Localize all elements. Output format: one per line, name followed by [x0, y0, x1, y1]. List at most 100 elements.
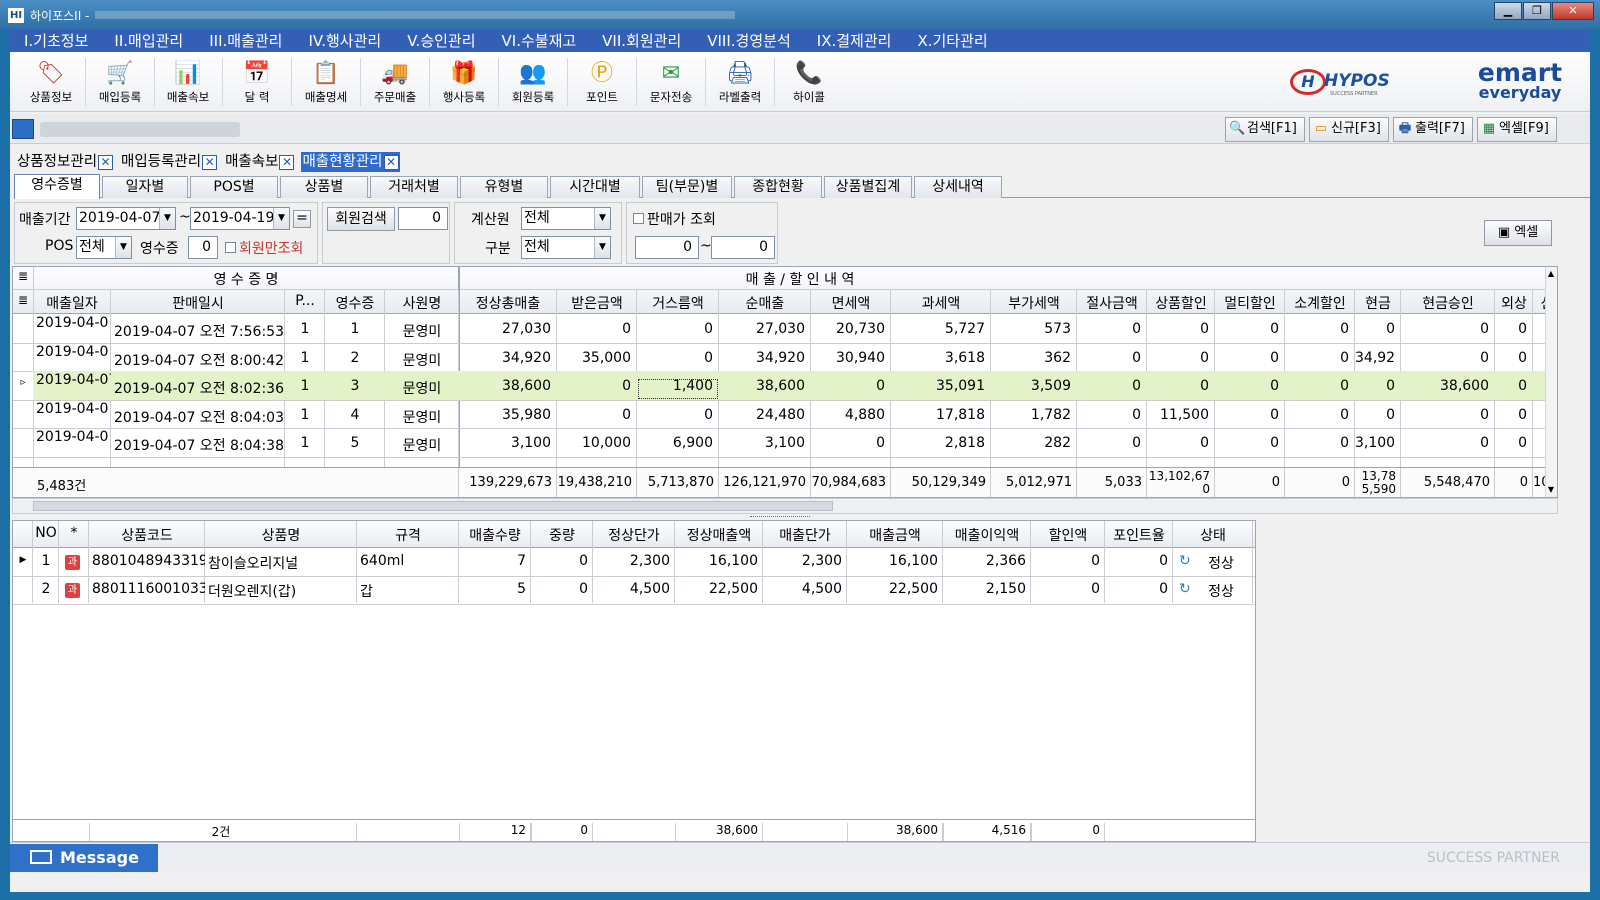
- price-check-checkbox[interactable]: [633, 213, 644, 224]
- column-header[interactable]: 판매일시: [111, 293, 285, 313]
- cashier-select[interactable]: 전체 ▼: [521, 207, 611, 230]
- toolbar-point-button[interactable]: Ⓟ 포인트: [569, 56, 635, 110]
- column-header[interactable]: 매출수량: [459, 525, 531, 545]
- column-header[interactable]: 받은금액: [557, 293, 637, 313]
- menu-sales[interactable]: III.매출관리: [195, 30, 294, 52]
- toolbar-sms-button[interactable]: ✉ 문자전송: [638, 56, 704, 110]
- close-button[interactable]: ✕: [1552, 2, 1594, 20]
- toolbar-calendar-button[interactable]: 📅 달 력: [224, 56, 290, 110]
- excel-export-button[interactable]: ▣ 엑셀: [1484, 220, 1552, 246]
- column-header[interactable]: 멀티할인: [1215, 293, 1285, 313]
- tab-overall[interactable]: 종합현황: [734, 176, 822, 198]
- column-header[interactable]: 할인액: [1031, 525, 1105, 545]
- open-tab-sales-flash[interactable]: 매출속보 ✕: [224, 152, 295, 172]
- type-select[interactable]: 전체 ▼: [521, 236, 611, 259]
- chevron-down-icon[interactable]: ▼: [273, 208, 289, 229]
- menu-basic-info[interactable]: I.기초정보: [10, 30, 100, 52]
- date-from-field[interactable]: 2019-04-07 ▼: [76, 207, 176, 230]
- column-header[interactable]: 매출일자: [33, 293, 111, 313]
- column-header[interactable]: 절사금액: [1077, 293, 1147, 313]
- close-tab-icon[interactable]: ✕: [383, 154, 399, 170]
- search-button[interactable]: 🔍 검색[F1]: [1225, 117, 1305, 142]
- column-header[interactable]: 면세액: [811, 293, 891, 313]
- column-header[interactable]: 규격: [357, 525, 459, 545]
- column-header[interactable]: 과세액: [891, 293, 991, 313]
- minimize-button[interactable]: ▁: [1494, 2, 1522, 20]
- column-header[interactable]: 소계할인: [1285, 293, 1355, 313]
- menu-inventory[interactable]: VI.수불재고: [488, 30, 589, 52]
- column-header[interactable]: P...: [285, 293, 325, 309]
- column-header[interactable]: 정상매출액: [675, 525, 763, 545]
- row-menu-icon[interactable]: ≣: [13, 269, 33, 283]
- column-header[interactable]: 거스름액: [637, 293, 719, 313]
- tab-by-type[interactable]: 유형별: [460, 176, 548, 198]
- column-header[interactable]: 상품할인: [1147, 293, 1215, 313]
- column-header[interactable]: 매출이익액: [943, 525, 1031, 545]
- toolbar-member-register-button[interactable]: 👥 회원등록: [500, 56, 566, 110]
- column-header[interactable]: 상태: [1173, 525, 1253, 545]
- column-header[interactable]: 정상단가: [593, 525, 675, 545]
- receipt-grid-vscrollbar[interactable]: [1545, 267, 1557, 497]
- toolbar-sales-detail-button[interactable]: 📋 매출명세: [293, 56, 359, 110]
- pos-select[interactable]: 전체 ▼: [76, 236, 132, 259]
- tab-by-receipt[interactable]: 영수증별: [14, 174, 100, 199]
- column-header[interactable]: 사원명: [385, 293, 459, 313]
- row-menu-icon[interactable]: ≣: [13, 293, 33, 307]
- tab-product-summary[interactable]: 상품별집계: [824, 176, 912, 198]
- column-header[interactable]: 현금승인: [1401, 293, 1495, 313]
- price-to-field[interactable]: 0: [711, 236, 775, 259]
- column-header[interactable]: 순매출: [719, 293, 811, 313]
- open-tab-product-info[interactable]: 상품정보관리 ✕: [16, 152, 114, 172]
- tab-detail[interactable]: 상세내역: [914, 176, 1002, 198]
- toolbar-order-sales-button[interactable]: 🚚 주문매출: [362, 56, 428, 110]
- date-to-field[interactable]: 2019-04-19 ▼: [190, 207, 290, 230]
- column-header[interactable]: 상품코드: [89, 525, 205, 545]
- refresh-icon[interactable]: ↻: [1179, 553, 1195, 569]
- column-header[interactable]: 중량: [531, 525, 593, 545]
- toolbar-label-print-button[interactable]: 🖨 라벨출력: [707, 56, 773, 110]
- close-tab-icon[interactable]: ✕: [202, 154, 218, 170]
- open-tab-purchase[interactable]: 매입등록관리 ✕: [120, 152, 218, 172]
- print-button[interactable]: 🖶 출력[F7]: [1393, 117, 1473, 142]
- close-tab-icon[interactable]: ✕: [98, 154, 114, 170]
- tab-by-time[interactable]: 시간대별: [550, 176, 640, 198]
- column-header[interactable]: NO: [33, 525, 59, 541]
- column-header[interactable]: *: [59, 525, 89, 541]
- member-only-checkbox[interactable]: [225, 242, 236, 253]
- member-value-field[interactable]: 0: [398, 207, 448, 230]
- menu-purchase[interactable]: II.매입관리: [100, 30, 195, 52]
- column-header[interactable]: 정상총매출: [459, 293, 557, 313]
- toolbar-hicall-button[interactable]: 📞 하이콜: [776, 56, 842, 110]
- tab-by-product[interactable]: 상품별: [280, 176, 368, 198]
- new-button[interactable]: ▭ 신규[F3]: [1309, 117, 1389, 142]
- toolbar-sales-flash-button[interactable]: 📊 매출속보: [155, 56, 221, 110]
- close-tab-icon[interactable]: ✕: [279, 154, 295, 170]
- splitter-handle[interactable]: [750, 516, 810, 519]
- message-button[interactable]: Message: [10, 844, 158, 872]
- toolbar-event-register-button[interactable]: 🎁 행사등록: [431, 56, 497, 110]
- scroll-down-icon[interactable]: ▼: [1546, 485, 1556, 494]
- chevron-down-icon[interactable]: ▼: [115, 237, 131, 258]
- column-header[interactable]: 매출금액: [847, 525, 943, 545]
- column-header[interactable]: 현금: [1355, 293, 1401, 313]
- toolbar-product-info-button[interactable]: 🏷 상품정보: [18, 56, 84, 110]
- scroll-thumb[interactable]: [33, 501, 833, 511]
- maximize-button[interactable]: ❐: [1523, 2, 1551, 20]
- menu-event[interactable]: IV.행사관리: [294, 30, 393, 52]
- tab-by-team[interactable]: 팀(부문)별: [642, 176, 732, 198]
- tab-by-pos[interactable]: POS별: [190, 176, 278, 198]
- tab-by-vendor[interactable]: 거래처별: [370, 176, 458, 198]
- chevron-down-icon[interactable]: ▼: [594, 208, 610, 229]
- menu-etc[interactable]: X.기타관리: [903, 30, 999, 52]
- menu-payment[interactable]: IX.결제관리: [803, 30, 904, 52]
- menu-approval[interactable]: V.승인관리: [393, 30, 487, 52]
- receipt-grid-hscrollbar[interactable]: [12, 498, 1558, 514]
- menu-member[interactable]: VII.회원관리: [588, 30, 693, 52]
- member-search-button[interactable]: 회원검색: [327, 207, 395, 231]
- receipt-input[interactable]: 0: [188, 236, 218, 259]
- column-header[interactable]: 외상: [1495, 293, 1533, 313]
- column-header[interactable]: 상품명: [205, 525, 357, 545]
- scroll-up-icon[interactable]: ▲: [1546, 269, 1556, 278]
- equal-date-button[interactable]: =: [293, 210, 311, 228]
- toolbar-purchase-register-button[interactable]: 🛒 매입등록: [87, 56, 153, 110]
